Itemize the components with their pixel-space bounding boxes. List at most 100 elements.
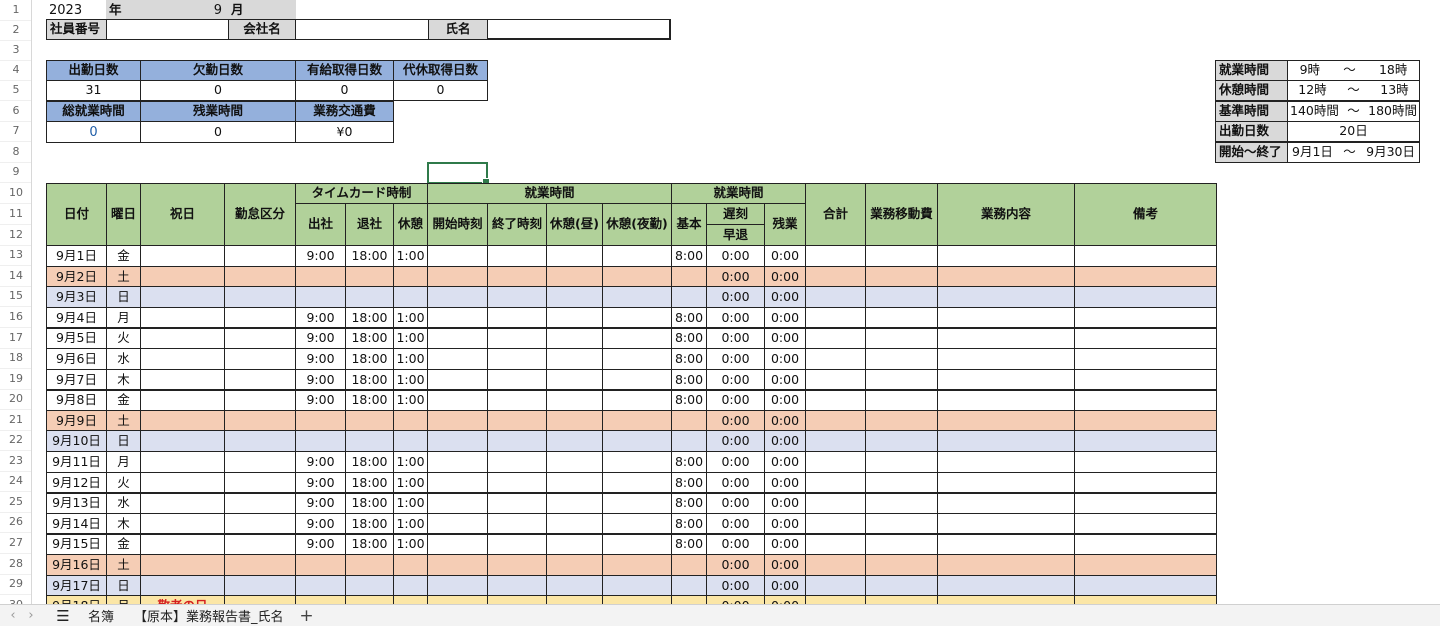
- cell-in[interactable]: 9:00: [295, 307, 346, 329]
- selected-cell[interactable]: [427, 162, 490, 186]
- cell-att[interactable]: [224, 595, 296, 604]
- cell-note[interactable]: [1074, 472, 1217, 494]
- cell-in[interactable]: [295, 410, 346, 432]
- cell-base[interactable]: [671, 554, 707, 576]
- cell-date[interactable]: 9月10日: [46, 430, 107, 452]
- cell-in[interactable]: [295, 286, 346, 308]
- cell-e[interactable]: [487, 389, 547, 411]
- cell-s[interactable]: [427, 245, 488, 267]
- cell-s[interactable]: [427, 369, 488, 391]
- cell-e[interactable]: [487, 595, 547, 604]
- cell-date[interactable]: 9月11日: [46, 451, 107, 473]
- cell-holiday[interactable]: [140, 348, 225, 370]
- cell-brk[interactable]: [393, 266, 428, 288]
- cell-total[interactable]: [805, 266, 866, 288]
- cell-att[interactable]: [224, 286, 296, 308]
- cell-late[interactable]: 0:00: [706, 348, 765, 370]
- cell-dow[interactable]: 月: [106, 307, 141, 329]
- comp-leave-value[interactable]: 0: [393, 80, 488, 101]
- cell-bn[interactable]: [602, 307, 672, 329]
- cell-over[interactable]: 0:00: [764, 430, 806, 452]
- cell-total[interactable]: [805, 245, 866, 267]
- cell-s[interactable]: [427, 410, 488, 432]
- cell-in[interactable]: [295, 595, 346, 604]
- cell-over[interactable]: 0:00: [764, 554, 806, 576]
- cell-bd[interactable]: [546, 389, 603, 411]
- cell-dow[interactable]: 木: [106, 369, 141, 391]
- cell-att[interactable]: [224, 266, 296, 288]
- cell-over[interactable]: 0:00: [764, 472, 806, 494]
- cell-late[interactable]: 0:00: [706, 595, 765, 604]
- cell-over[interactable]: 0:00: [764, 307, 806, 329]
- cell-e[interactable]: [487, 327, 547, 349]
- cell-out[interactable]: 18:00: [345, 451, 394, 473]
- name-field[interactable]: [487, 19, 671, 40]
- cell-out[interactable]: [345, 575, 394, 597]
- info-period-value[interactable]: 9月1日〜 9月30日: [1287, 142, 1420, 163]
- cell-date[interactable]: 9月14日: [46, 513, 107, 535]
- cell-travel[interactable]: [865, 245, 938, 267]
- cell-travel[interactable]: [865, 554, 938, 576]
- cell-in[interactable]: 9:00: [295, 513, 346, 535]
- cell-content[interactable]: [937, 492, 1075, 514]
- cell-content[interactable]: [937, 410, 1075, 432]
- cell-over[interactable]: 0:00: [764, 389, 806, 411]
- cell-brk[interactable]: 1:00: [393, 348, 428, 370]
- cell-note[interactable]: [1074, 410, 1217, 432]
- company-field[interactable]: [295, 19, 429, 40]
- cell-holiday[interactable]: [140, 266, 225, 288]
- cell-bn[interactable]: [602, 286, 672, 308]
- cell-e[interactable]: [487, 266, 547, 288]
- cell-brk[interactable]: 1:00: [393, 472, 428, 494]
- cell-att[interactable]: [224, 451, 296, 473]
- cell-bn[interactable]: [602, 595, 672, 604]
- cell-att[interactable]: [224, 554, 296, 576]
- sheet-list-menu-icon[interactable]: ☰: [48, 607, 78, 625]
- transport-value[interactable]: ¥0: [295, 121, 394, 143]
- cell-over[interactable]: 0:00: [764, 595, 806, 604]
- cell-e[interactable]: [487, 554, 547, 576]
- cell-s[interactable]: [427, 307, 488, 329]
- cell-s[interactable]: [427, 389, 488, 411]
- cell-note[interactable]: [1074, 533, 1217, 555]
- cell-travel[interactable]: [865, 492, 938, 514]
- info-days-value[interactable]: 20日: [1287, 121, 1420, 142]
- cell-late[interactable]: 0:00: [706, 430, 765, 452]
- cell-brk[interactable]: 1:00: [393, 369, 428, 391]
- cell-date[interactable]: 9月15日: [46, 533, 107, 555]
- cell-out[interactable]: [345, 286, 394, 308]
- cell-late[interactable]: 0:00: [706, 410, 765, 432]
- cell-brk[interactable]: [393, 410, 428, 432]
- cell-e[interactable]: [487, 430, 547, 452]
- cell-att[interactable]: [224, 327, 296, 349]
- cell-note[interactable]: [1074, 266, 1217, 288]
- cell-total[interactable]: [805, 430, 866, 452]
- cell-holiday[interactable]: [140, 492, 225, 514]
- cell-total[interactable]: [805, 575, 866, 597]
- cell-bn[interactable]: [602, 410, 672, 432]
- cell-s[interactable]: [427, 348, 488, 370]
- cell-content[interactable]: [937, 472, 1075, 494]
- cell-in[interactable]: 9:00: [295, 472, 346, 494]
- cell-content[interactable]: [937, 451, 1075, 473]
- cell-out[interactable]: [345, 266, 394, 288]
- cell-att[interactable]: [224, 430, 296, 452]
- tab-prev-icon[interactable]: ‹: [4, 608, 22, 623]
- cell-bn[interactable]: [602, 472, 672, 494]
- cell-holiday[interactable]: [140, 554, 225, 576]
- cell-dow[interactable]: 月: [106, 595, 141, 604]
- cell-travel[interactable]: [865, 533, 938, 555]
- cell-content[interactable]: [937, 595, 1075, 604]
- cell-late[interactable]: 0:00: [706, 266, 765, 288]
- cell-out[interactable]: 18:00: [345, 348, 394, 370]
- cell-dow[interactable]: 金: [106, 245, 141, 267]
- cell-base[interactable]: [671, 410, 707, 432]
- cell-bd[interactable]: [546, 554, 603, 576]
- cell-total[interactable]: [805, 513, 866, 535]
- cell-brk[interactable]: 1:00: [393, 327, 428, 349]
- cell-s[interactable]: [427, 430, 488, 452]
- cell-in[interactable]: 9:00: [295, 533, 346, 555]
- cell-late[interactable]: 0:00: [706, 451, 765, 473]
- cell-over[interactable]: 0:00: [764, 533, 806, 555]
- cell-note[interactable]: [1074, 430, 1217, 452]
